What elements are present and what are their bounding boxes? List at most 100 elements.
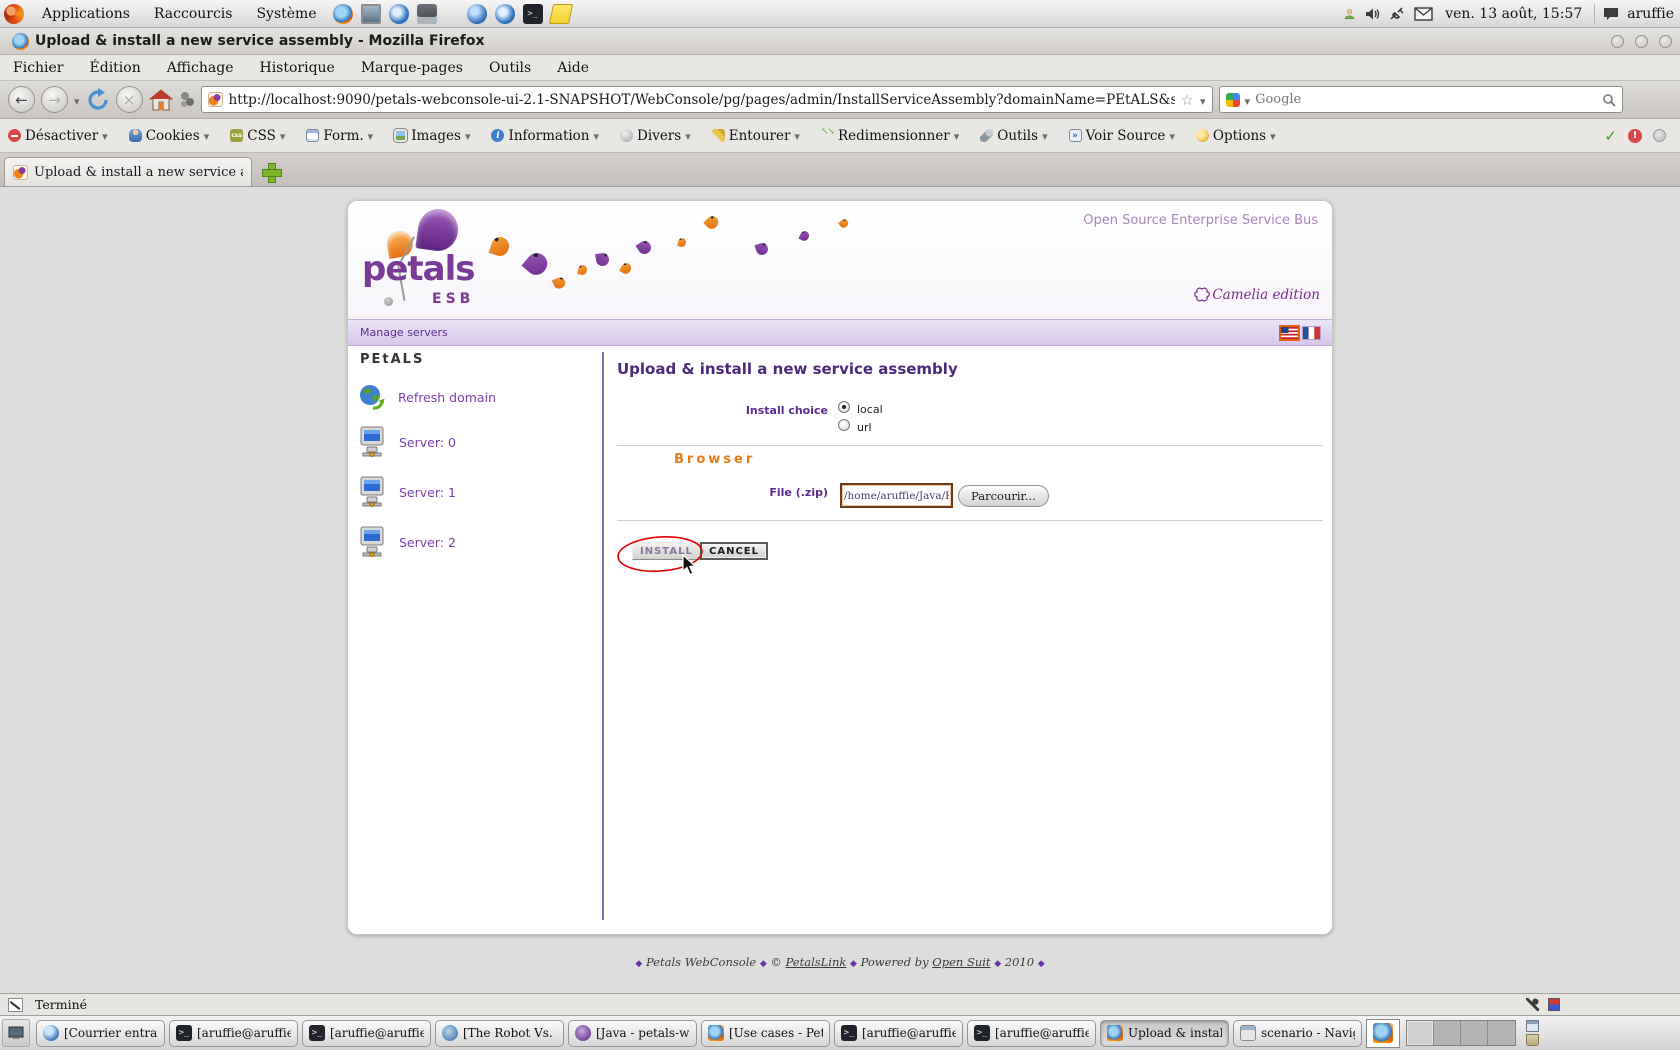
sidebar-item-server-0[interactable]: Server: 0 — [358, 426, 456, 458]
search-magnifier-icon[interactable] — [1602, 93, 1616, 107]
taskbar-window-scenario[interactable]: scenario - Navig... — [1233, 1020, 1362, 1047]
workspace-2[interactable] — [1434, 1021, 1461, 1045]
thunderbird-launcher-icon[interactable] — [467, 4, 487, 24]
show-desktop-button[interactable] — [2, 1019, 30, 1047]
breadcrumb[interactable]: Manage servers — [360, 326, 448, 339]
devbar-options[interactable]: Options — [1196, 128, 1276, 144]
workspace-switcher[interactable] — [1406, 1020, 1516, 1046]
devbar-images[interactable]: Images — [394, 128, 470, 144]
devbar-information[interactable]: iInformation — [491, 128, 599, 144]
user-avatar-icon[interactable] — [1343, 8, 1356, 20]
browser-launcher-icon[interactable] — [389, 4, 409, 24]
taskbar-window-terminal-4[interactable]: >_[aruffie@aruffie:... — [967, 1020, 1096, 1047]
taskbar-window-robot[interactable]: [The Robot Vs. ... — [435, 1020, 564, 1047]
window-titlebar[interactable]: Upload & install a new service assembly … — [0, 28, 1680, 55]
menu-fichier[interactable]: Fichier — [0, 55, 77, 80]
sidebar-item-label[interactable]: Server: 2 — [399, 535, 456, 550]
taskbar-firefox-button[interactable] — [1366, 1019, 1400, 1048]
validation-ok-icon[interactable]: ✓ — [1604, 127, 1617, 145]
url-dropdown-icon[interactable] — [1200, 90, 1206, 109]
bookmark-star-icon[interactable] — [1181, 90, 1194, 109]
radio-local-label[interactable]: local — [857, 403, 883, 416]
footer-link-open-suit[interactable]: Open Suit — [932, 955, 990, 969]
taskbar-window-upload-install[interactable]: Upload & instal... — [1100, 1020, 1229, 1047]
volume-icon[interactable] — [1364, 6, 1380, 22]
footer-link-petalslink[interactable]: PetalsLink — [786, 955, 847, 969]
sidebar-item-server-2[interactable]: Server: 2 — [358, 526, 456, 558]
chat-bubble-icon[interactable] — [1603, 7, 1619, 21]
menu-systeme[interactable]: Système — [244, 0, 328, 27]
desktop-launcher-icon[interactable] — [361, 4, 381, 24]
menu-marque-pages[interactable]: Marque-pages — [348, 55, 476, 80]
taskbar-window-terminal-2[interactable]: >_[aruffie@aruffie:... — [302, 1020, 431, 1047]
edit-grip-icon[interactable] — [8, 998, 23, 1012]
validation-error-icon[interactable]: ! — [1628, 129, 1642, 143]
sidebar-item-server-1[interactable]: Server: 1 — [358, 476, 456, 508]
devbar-redimensionner[interactable]: ↖↘Redimensionner — [821, 128, 959, 144]
mail-envelope-icon[interactable] — [1414, 7, 1433, 21]
menu-edition[interactable]: Édition — [77, 55, 154, 80]
sidebar-item-label[interactable]: Refresh domain — [398, 390, 496, 405]
stop-button[interactable]: × — [116, 86, 143, 113]
sidebar-item-label[interactable]: Server: 0 — [399, 435, 456, 450]
browse-button[interactable]: Parcourir... — [958, 485, 1049, 507]
taskbar-window-java[interactable]: [Java - petals-we... — [568, 1020, 697, 1047]
devbar-css[interactable]: cssCSS — [230, 128, 285, 144]
menu-raccourcis[interactable]: Raccourcis — [142, 0, 245, 27]
history-dropdown-icon[interactable] — [74, 90, 80, 109]
terminal-launcher-icon[interactable]: >_ — [523, 4, 543, 24]
ubuntu-logo-icon[interactable] — [4, 4, 24, 24]
validation-neutral-icon[interactable] — [1653, 129, 1666, 142]
cancel-button[interactable]: CANCEL — [700, 542, 768, 560]
home-button[interactable] — [149, 89, 173, 111]
tab-upload-install[interactable]: Upload & install a new service asse... — [4, 157, 252, 186]
workspace-3[interactable] — [1461, 1021, 1488, 1045]
devbar-outils[interactable]: Outils — [980, 128, 1047, 144]
taskbar-window-use-cases[interactable]: [Use cases - Pet... — [701, 1020, 830, 1047]
new-tab-button[interactable] — [260, 161, 282, 183]
flag-us-icon[interactable] — [1281, 327, 1298, 339]
search-input[interactable] — [1255, 92, 1596, 107]
radio-url-label[interactable]: url — [857, 421, 872, 434]
addon-status-icon[interactable] — [1548, 998, 1560, 1011]
menu-outils[interactable]: Outils — [476, 55, 544, 80]
maximize-button[interactable] — [1635, 35, 1648, 48]
url-text[interactable]: http://localhost:9090/petals-webconsole-… — [229, 92, 1175, 108]
close-button[interactable] — [1659, 35, 1672, 48]
notes-launcher-icon[interactable] — [548, 4, 572, 24]
search-engine-dropdown-icon[interactable] — [1245, 90, 1251, 109]
file-manager-launcher-icon[interactable] — [417, 4, 437, 24]
workspace-4[interactable] — [1488, 1021, 1515, 1045]
firefox-launcher-icon[interactable] — [333, 4, 353, 24]
minimize-button[interactable] — [1611, 35, 1624, 48]
search-box[interactable] — [1219, 86, 1623, 113]
sidebar-item-label[interactable]: Server: 1 — [399, 485, 456, 500]
back-button[interactable]: ← — [8, 86, 35, 113]
devbar-entourer[interactable]: Entourer — [712, 128, 800, 144]
flag-fr-icon[interactable] — [1303, 327, 1320, 339]
radio-local[interactable] — [838, 401, 850, 413]
network-plug-icon[interactable] — [1388, 6, 1406, 22]
sidebar-item-refresh-domain[interactable]: Refresh domain — [358, 384, 496, 411]
taskbar-window-terminal-1[interactable]: >_[aruffie@aruffie:... — [169, 1020, 298, 1047]
trash-applet-icon[interactable] — [1526, 1034, 1539, 1046]
forward-button[interactable]: → — [41, 86, 68, 113]
bookmarks-icon[interactable] — [179, 90, 195, 110]
taskbar-window-courrier[interactable]: [Courrier entran... — [36, 1020, 165, 1047]
devbar-cookies[interactable]: Cookies — [129, 128, 210, 144]
file-path-input[interactable] — [840, 483, 953, 508]
menu-applications[interactable]: Applications — [30, 0, 142, 27]
devbar-form[interactable]: Form. — [306, 128, 373, 144]
window-list-applet-icon[interactable] — [1526, 1020, 1539, 1032]
reload-button[interactable] — [86, 88, 110, 112]
radio-url[interactable] — [838, 419, 850, 431]
web-app-launcher-icon[interactable] — [495, 4, 515, 24]
workspace-1[interactable] — [1407, 1021, 1434, 1045]
plugin-status-icon[interactable] — [1526, 998, 1539, 1011]
panel-clock[interactable]: ven. 13 août, 15:57 — [1441, 6, 1586, 22]
menu-aide[interactable]: Aide — [544, 55, 602, 80]
menu-affichage[interactable]: Affichage — [154, 55, 247, 80]
devbar-divers[interactable]: Divers — [620, 128, 691, 144]
panel-username[interactable]: aruffie — [1627, 6, 1674, 22]
devbar-voir-source[interactable]: »Voir Source — [1069, 128, 1175, 144]
